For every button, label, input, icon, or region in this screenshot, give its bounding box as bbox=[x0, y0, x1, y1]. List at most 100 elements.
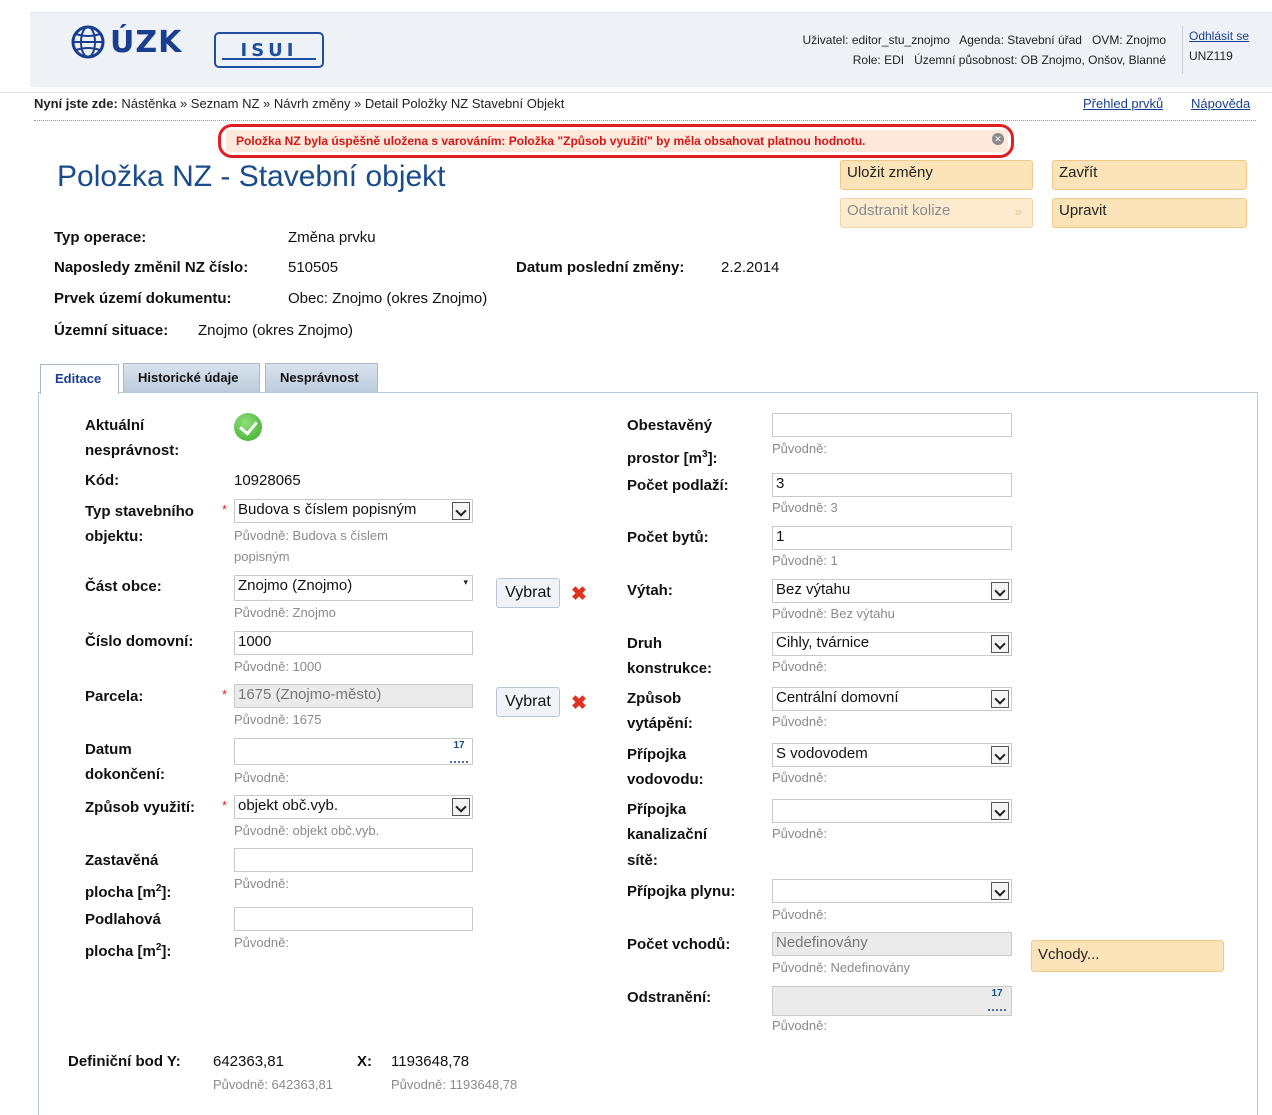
overview-link[interactable]: Přehled prvků bbox=[1083, 96, 1163, 111]
floors-input[interactable]: 3 bbox=[772, 473, 1012, 497]
defpoint-x-label: X: bbox=[357, 1053, 372, 1070]
lift-select[interactable]: Bez výtahu bbox=[772, 579, 1012, 603]
cuzk-logo[interactable]: ÚZK bbox=[70, 22, 182, 62]
chevron-down-icon[interactable]: ▾ bbox=[463, 577, 468, 588]
sewer-orig: Původně: bbox=[772, 826, 827, 841]
current-incorrectness-label-2: nesprávnost: bbox=[85, 442, 180, 459]
clear-parcel-icon[interactable]: ✖ bbox=[571, 692, 587, 715]
tab-editace[interactable]: Editace bbox=[40, 364, 119, 394]
app-header: ÚZK ISUI Uživatel: editor_stu_znojmo Age… bbox=[0, 0, 1272, 93]
floor-area-orig: Původně: bbox=[234, 935, 289, 950]
chevron-down-icon[interactable] bbox=[991, 802, 1009, 820]
heating-select[interactable]: Centrální domovní bbox=[772, 687, 1012, 711]
breadcrumb-label: Nyní jste zde: bbox=[34, 96, 118, 111]
breadcrumb-path[interactable]: Nástěnka » Seznam NZ » Návrh změny » Det… bbox=[118, 96, 564, 111]
edit-button[interactable]: Upravit bbox=[1052, 198, 1247, 228]
construction-select[interactable]: Cihly, tvárnice bbox=[772, 632, 1012, 656]
gas-select[interactable] bbox=[772, 879, 1012, 903]
warning-text: Položka NZ byla úspěšně uložena s varová… bbox=[236, 134, 866, 148]
construction-value: Cihly, tvárnice bbox=[776, 634, 870, 651]
situation-value: Znojmo (okres Znojmo) bbox=[198, 322, 354, 339]
usage-label: Způsob využití: bbox=[85, 799, 195, 816]
logout-link[interactable]: Odhlásit se bbox=[1189, 26, 1265, 46]
user-code: UNZ119 bbox=[1189, 49, 1233, 63]
chevron-down-icon[interactable] bbox=[452, 798, 470, 816]
water-orig: Původně: bbox=[772, 770, 827, 785]
label-suffix: ]: bbox=[161, 943, 172, 960]
usage-orig: Původně: objekt obč.vyb. bbox=[234, 823, 380, 838]
page-title: Položka NZ - Stavební objekt bbox=[57, 160, 446, 193]
last-change-date-value: 2.2.2014 bbox=[721, 259, 780, 276]
removal-date-input bbox=[772, 986, 1012, 1016]
building-type-orig-1: Původně: Budova s číslem bbox=[234, 528, 388, 543]
close-button[interactable]: Zavřít bbox=[1052, 160, 1247, 190]
required-asterisk: * bbox=[222, 798, 228, 813]
clear-district-icon[interactable]: ✖ bbox=[571, 583, 587, 606]
water-select[interactable]: S vodovodem bbox=[772, 743, 1012, 767]
warning-close-icon[interactable]: ✕ bbox=[992, 133, 1004, 145]
built-area-label-text: plocha [m bbox=[85, 884, 156, 901]
usage-select[interactable]: objekt obč.vyb. bbox=[234, 795, 473, 819]
tab-historicke-udaje[interactable]: Historické údaje bbox=[123, 363, 260, 392]
calendar-icon[interactable]: 17 bbox=[988, 989, 1006, 1011]
water-label-2: vodovodu: bbox=[627, 771, 704, 788]
remove-collision-button[interactable]: Odstranit kolize » bbox=[840, 198, 1033, 228]
district-combobox[interactable]: Znojmo (Znojmo) ▾ bbox=[234, 575, 473, 601]
chevron-down-icon[interactable] bbox=[991, 582, 1009, 600]
chevron-down-icon[interactable] bbox=[452, 502, 470, 520]
flats-value: 1 bbox=[776, 528, 785, 545]
chevron-down-icon[interactable] bbox=[991, 746, 1009, 764]
chevron-down-icon[interactable] bbox=[991, 690, 1009, 708]
sewer-select[interactable] bbox=[772, 799, 1012, 823]
chevron-down-icon[interactable] bbox=[991, 635, 1009, 653]
sewer-label-3: sítě: bbox=[627, 852, 658, 869]
volume-label-2: prostor [m3]: bbox=[627, 442, 718, 471]
save-button[interactable]: Uložit změny bbox=[840, 160, 1033, 190]
user-info: Uživatel: editor_stu_znojmo Agenda: Stav… bbox=[802, 30, 1166, 70]
tab-nespravnost[interactable]: Nesprávnost bbox=[265, 363, 378, 392]
gas-orig: Původně: bbox=[772, 907, 827, 922]
lift-label: Výtah: bbox=[627, 582, 673, 599]
parcel-label: Parcela: bbox=[85, 688, 144, 705]
volume-orig: Původně: bbox=[772, 441, 827, 456]
parcel-orig: Původně: 1675 bbox=[234, 712, 322, 727]
completion-date-input[interactable] bbox=[234, 738, 473, 765]
entrances-value: Nedefinovány bbox=[776, 934, 868, 951]
select-district-button[interactable]: Vybrat bbox=[496, 578, 560, 608]
entrances-button[interactable]: Vchody... bbox=[1031, 940, 1224, 972]
building-type-label-1: Typ stavebního bbox=[85, 503, 194, 520]
parcel-value: 1675 (Znojmo-město) bbox=[238, 686, 382, 703]
element-value: Obec: Znojmo (okres Znojmo) bbox=[288, 290, 488, 307]
district-orig: Původně: Znojmo bbox=[234, 605, 336, 620]
house-number-orig: Původně: 1000 bbox=[234, 659, 322, 674]
floor-area-label-1: Podlahová bbox=[85, 911, 161, 928]
calendar-icon[interactable]: 17 bbox=[450, 741, 468, 763]
chevron-down-icon[interactable] bbox=[991, 882, 1009, 900]
select-parcel-button[interactable]: Vybrat bbox=[496, 687, 560, 717]
help-link[interactable]: Nápověda bbox=[1191, 96, 1250, 111]
district-label: Část obce: bbox=[85, 578, 162, 595]
construction-label-1: Druh bbox=[627, 635, 662, 652]
heating-value: Centrální domovní bbox=[776, 689, 899, 706]
element-label: Prvek území dokumentu: bbox=[54, 290, 232, 307]
flats-orig: Původně: 1 bbox=[772, 553, 838, 568]
volume-input[interactable] bbox=[772, 413, 1012, 437]
isui-logo[interactable]: ISUI bbox=[214, 32, 324, 68]
completion-date-label-2: dokončení: bbox=[85, 766, 166, 783]
cuzk-logo-text: ÚZK bbox=[110, 24, 183, 60]
house-number-label: Číslo domovní: bbox=[85, 633, 194, 650]
defpoint-x-value: 1193648,78 bbox=[391, 1053, 470, 1070]
house-number-input[interactable]: 1000 bbox=[234, 631, 473, 655]
building-type-value: Budova s číslem popisným bbox=[238, 501, 417, 518]
flats-input[interactable]: 1 bbox=[772, 526, 1012, 550]
floor-area-input[interactable] bbox=[234, 907, 473, 931]
building-type-select[interactable]: Budova s číslem popisným bbox=[234, 499, 473, 523]
entrances-label: Počet vchodů: bbox=[627, 936, 731, 953]
parcel-input: 1675 (Znojmo-město) bbox=[234, 684, 473, 708]
op-type-value: Změna prvku bbox=[288, 229, 376, 246]
last-changed-value: 510505 bbox=[288, 259, 339, 276]
sewer-label-2: kanalizační bbox=[627, 826, 708, 843]
built-area-input[interactable] bbox=[234, 848, 473, 872]
globe-icon bbox=[71, 25, 105, 59]
op-type-label: Typ operace: bbox=[54, 229, 147, 246]
